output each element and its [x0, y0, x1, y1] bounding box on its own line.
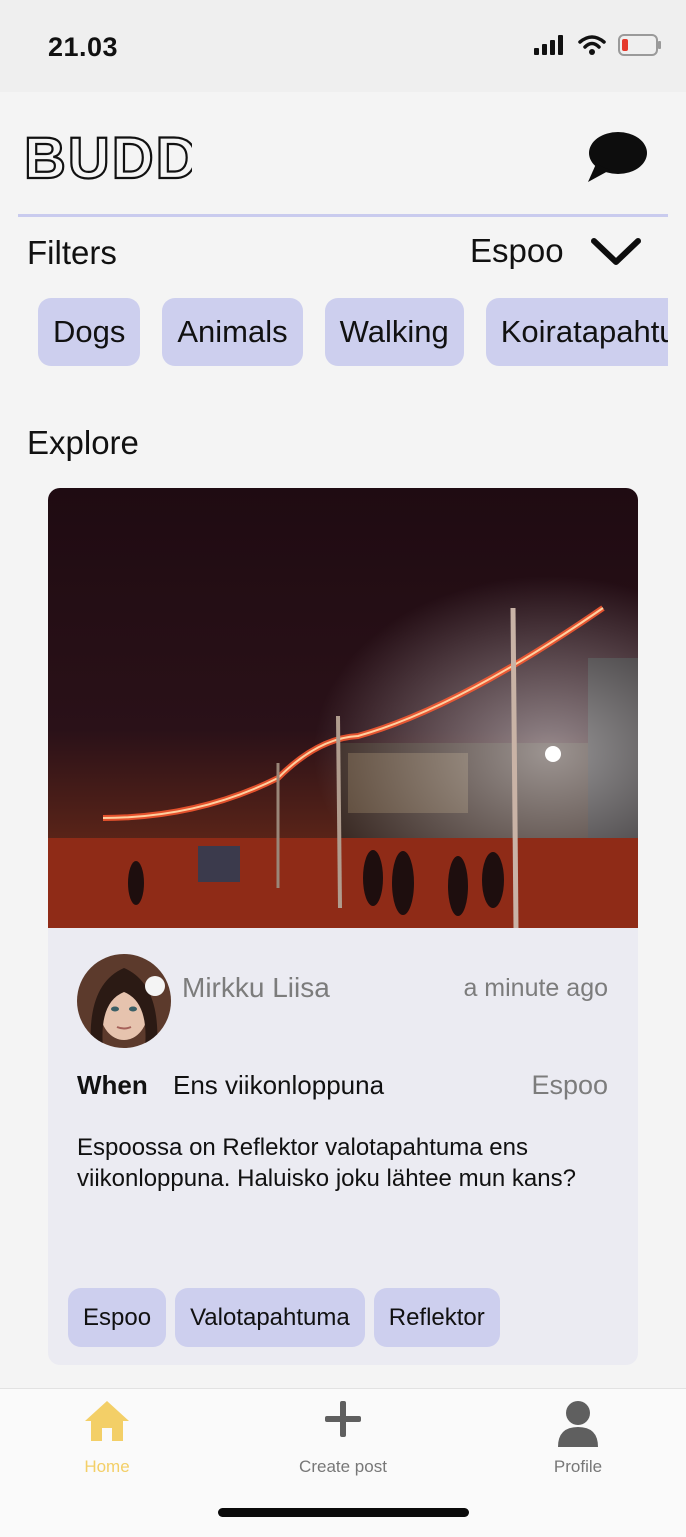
post-tag[interactable]: Espoo: [68, 1288, 167, 1347]
chat-button[interactable]: [584, 130, 650, 182]
plus-icon: [325, 1401, 361, 1437]
post-tag[interactable]: Valotapahtuma: [175, 1288, 365, 1347]
location-dropdown[interactable]: Espoo: [470, 232, 642, 270]
app-header: BUDDY: [0, 92, 686, 218]
filter-chip[interactable]: Animals: [162, 298, 303, 366]
when-value: Ens viikonloppuna: [173, 1070, 385, 1100]
post-body: Espoossa on Reflektor valotapahtuma ens …: [77, 1134, 576, 1192]
author-name[interactable]: Mirkku Liisa: [182, 972, 330, 1004]
svg-text:BUDDY: BUDDY: [24, 130, 192, 184]
explore-heading: Explore: [27, 424, 139, 461]
post-location: Espoo: [531, 1070, 608, 1100]
home-icon: [85, 1401, 129, 1441]
filters-label: Filters: [27, 234, 117, 271]
tab-home-label: Home: [84, 1457, 130, 1476]
filter-chip[interactable]: Walking: [324, 298, 464, 366]
filter-chip[interactable]: Koiratapahtuma: [485, 298, 668, 366]
cellular-signal-icon: [534, 35, 563, 55]
chevron-down-icon: [590, 238, 641, 265]
tab-home[interactable]: Home: [27, 1389, 187, 1485]
post-tag-row: Espoo Valotapahtuma Reflektor: [68, 1288, 500, 1347]
post-timestamp: a minute ago: [463, 974, 608, 1002]
filter-chip-row[interactable]: Dogs Animals Walking Koiratapahtuma: [38, 298, 668, 368]
home-indicator: [218, 1508, 469, 1517]
tab-profile[interactable]: Profile: [498, 1389, 658, 1485]
author-avatar[interactable]: [77, 954, 171, 1048]
user-icon: [558, 1401, 598, 1447]
location-dropdown-value: Espoo: [470, 232, 564, 269]
status-bar: 21.03: [0, 0, 686, 92]
status-time: 21.03: [48, 32, 119, 62]
when-label: When: [77, 1070, 148, 1100]
post-tag[interactable]: Reflektor: [373, 1288, 500, 1347]
battery-low-icon: [618, 34, 661, 56]
post-image: [48, 488, 638, 928]
filter-chip[interactable]: Dogs: [38, 298, 141, 366]
header-divider: [18, 214, 668, 217]
app-logo: BUDDY: [23, 130, 192, 184]
wifi-icon: [578, 35, 606, 55]
chat-bubble-icon: [588, 132, 647, 182]
status-icons: [534, 34, 662, 56]
tab-profile-label: Profile: [553, 1457, 603, 1476]
tab-create-post-label: Create post: [299, 1457, 387, 1476]
tab-create-post[interactable]: Create post: [263, 1389, 423, 1485]
post-card[interactable]: Mirkku Liisa a minute ago When Ens viiko…: [48, 488, 638, 1365]
